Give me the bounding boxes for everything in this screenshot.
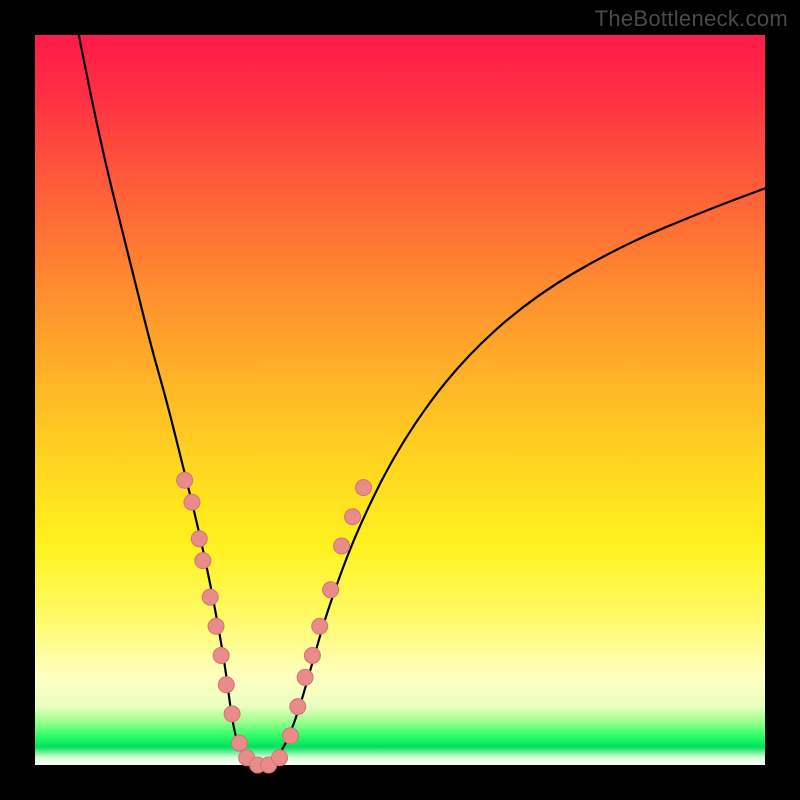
data-marker (334, 538, 350, 554)
data-marker (177, 472, 193, 488)
data-marker (218, 677, 234, 693)
data-marker (312, 618, 328, 634)
plot-area (35, 35, 765, 765)
data-marker (304, 648, 320, 664)
data-marker (283, 728, 299, 744)
bottleneck-curve (79, 35, 765, 765)
watermark-text: TheBottleneck.com (595, 6, 788, 32)
chart-frame: TheBottleneck.com (0, 0, 800, 800)
data-marker (356, 480, 372, 496)
data-marker (297, 669, 313, 685)
curve-svg (35, 35, 765, 765)
data-marker (184, 494, 200, 510)
data-marker (323, 582, 339, 598)
data-marker (224, 706, 240, 722)
data-marker (231, 735, 247, 751)
data-marker (208, 618, 224, 634)
data-marker (345, 509, 361, 525)
data-marker (195, 553, 211, 569)
marker-layer (177, 472, 372, 773)
data-marker (202, 589, 218, 605)
data-marker (272, 750, 288, 766)
data-marker (191, 531, 207, 547)
data-marker (213, 648, 229, 664)
data-marker (290, 699, 306, 715)
